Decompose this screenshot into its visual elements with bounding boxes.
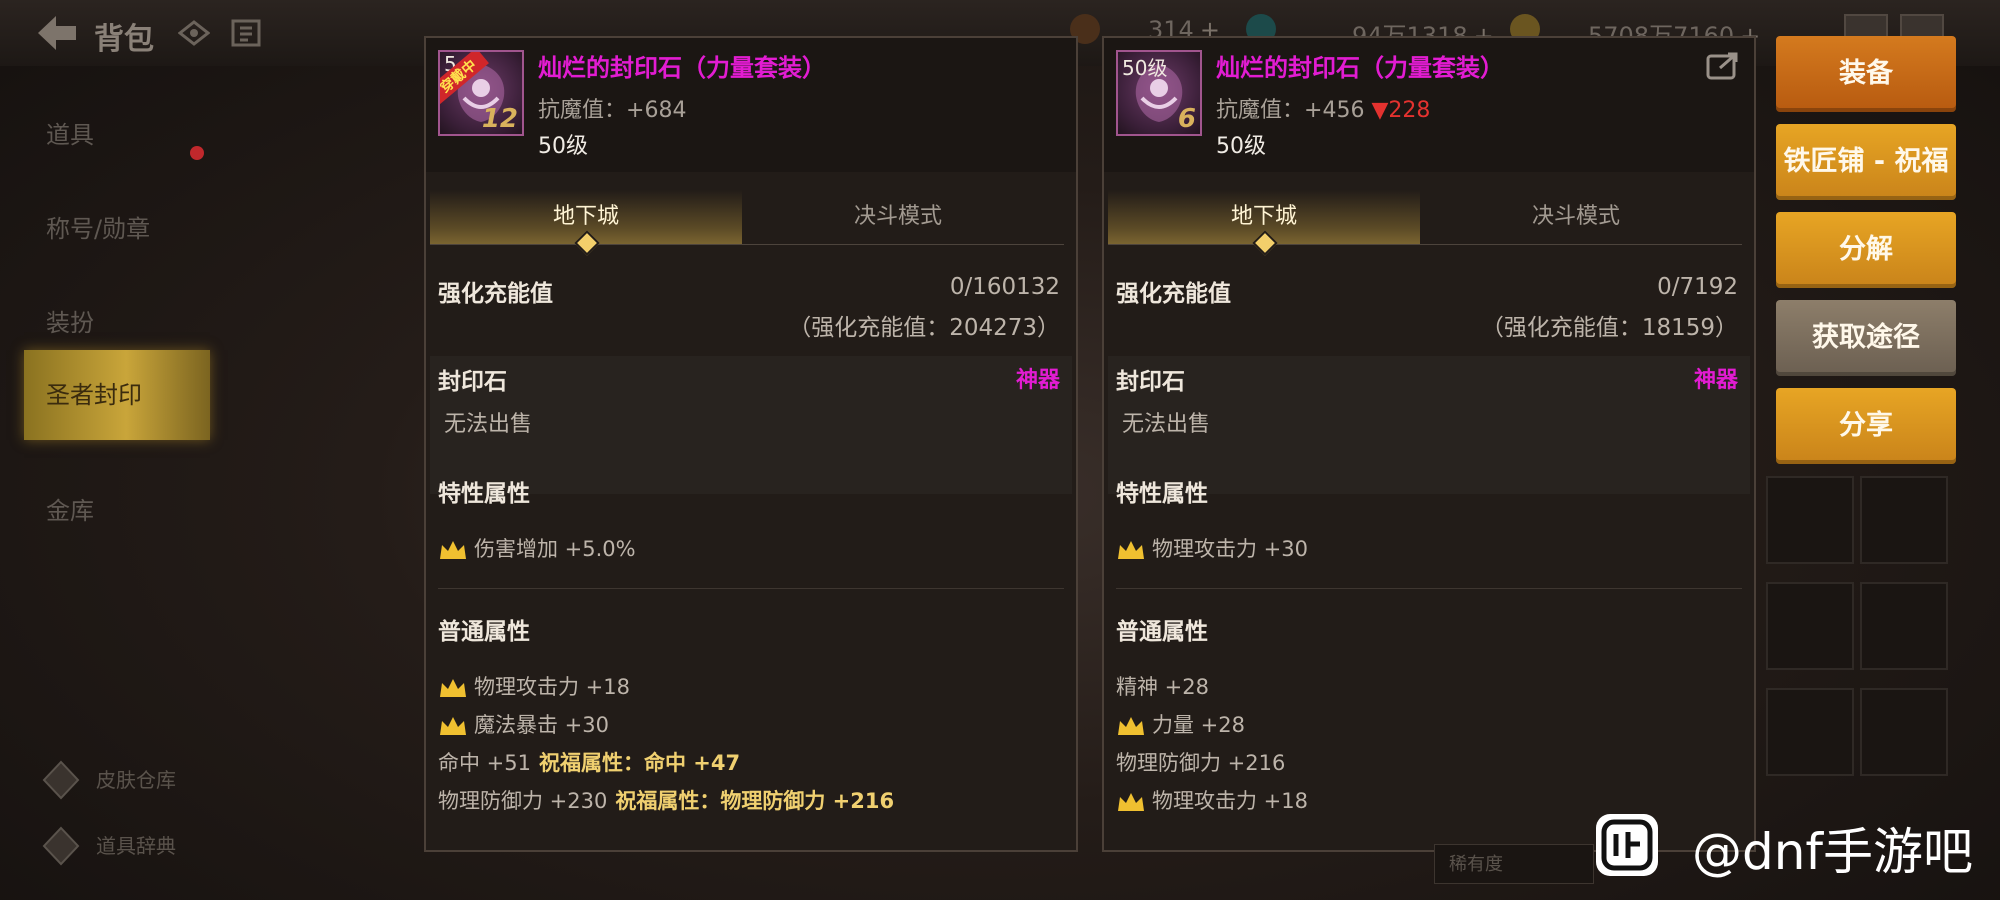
item-name: 灿烂的封印石（力量套装） [1216,54,1504,82]
normal-attr: 物理攻击力 +18 [438,672,630,702]
divider [1116,588,1742,589]
bless-attr: 祝福属性：命中 +47 [539,751,741,775]
seal-label: 封印石 [1116,369,1185,395]
inventory-slot[interactable] [1860,582,1948,670]
charge-value: 0/7192 [1657,274,1738,300]
dictionary-icon [40,826,82,866]
crown-icon [1116,791,1146,813]
stat-decrease: ▼228 [1371,98,1431,123]
normal-attr: 物理防御力 +230 祝福属性：物理防御力 +216 [438,789,895,813]
charge-label: 强化充能值 [1116,281,1231,307]
charge-label: 强化充能值 [438,281,553,307]
item-icon: 50级 6 [1116,50,1202,136]
sidebar-item-vault[interactable]: 金库 [24,466,210,556]
inventory-slot[interactable] [1860,688,1948,776]
inventory-slot[interactable] [1860,476,1948,564]
trait-label: 特性属性 [438,481,530,507]
inventory-slot[interactable] [1766,582,1854,670]
back-arrow-icon[interactable] [34,12,80,54]
mode-tabs: 地下城 决斗模式 [1108,190,1742,256]
enhance-level: 6 [1177,104,1196,134]
tab-duel[interactable]: 决斗模式 [1420,190,1732,244]
eye-icon[interactable] [177,18,211,48]
charge-sub: （强化充能值：204273） [788,315,1060,341]
share-icon[interactable] [1706,50,1740,80]
inventory-slot[interactable] [1766,476,1854,564]
seal-label: 封印石 [438,369,507,395]
crown-icon [1116,539,1146,561]
disassemble-button[interactable]: 分解 [1776,212,1956,288]
rarity-label: 神器 [1015,368,1060,393]
normal-label: 普通属性 [1116,619,1208,645]
obtain-source-button[interactable]: 获取途径 [1776,300,1956,376]
charge-sub: （强化充能值：18159） [1480,315,1738,341]
item-level: 50级 [538,134,588,159]
crown-icon [438,539,468,561]
rarity-filter[interactable]: 稀有度 [1434,844,1594,884]
unsellable-note: 无法出售 [444,412,533,437]
share-button[interactable]: 分享 [1776,388,1956,464]
trait-attr: 物理攻击力 +30 [1116,534,1308,564]
watermark-text: @dnf手游吧 [1692,823,1974,881]
icon-level-tag: 50级 [1122,56,1168,80]
equipped-item-panel: 5 穿戴中 12 灿烂的封印石（力量套装） 抗魔值：+684 50级 地下城 决… [424,36,1078,852]
sidebar: 道具 称号/勋章 装扮 圣者封印 金库 皮肤仓库 道具辞典 [0,66,230,900]
inventory-slot[interactable] [1766,688,1854,776]
magic-resist-stat: 抗魔值：+456 ▼228 [1216,98,1431,123]
unsellable-note: 无法出售 [1122,412,1211,437]
normal-attr: 精神 +28 [1116,675,1209,699]
normal-attr: 魔法暴击 +30 [438,710,609,740]
bless-attr: 祝福属性：物理防御力 +216 [615,789,895,813]
magic-resist-stat: 抗魔值：+684 [538,98,687,123]
item-dictionary-link[interactable]: 道具辞典 [40,826,176,866]
sort-icon[interactable] [230,18,262,48]
sidebar-item-items[interactable]: 道具 [24,90,210,180]
item-level: 50级 [1216,134,1266,159]
normal-label: 普通属性 [438,619,530,645]
notification-dot [190,146,204,160]
normal-attr: 力量 +28 [1116,710,1245,740]
item-header: 5 穿戴中 12 灿烂的封印石（力量套装） 抗魔值：+684 50级 [426,38,1076,172]
crown-icon [438,677,468,699]
rarity-label: 神器 [1693,368,1738,393]
normal-attr: 命中 +51 祝福属性：命中 +47 [438,751,741,775]
item-header: 50级 6 灿烂的封印石（力量套装） 抗魔值：+456 ▼228 50级 [1104,38,1754,172]
divider [438,588,1064,589]
sidebar-item-seal[interactable]: 圣者封印 [24,350,210,440]
item-icon: 5 穿戴中 12 [438,50,524,136]
tab-duel[interactable]: 决斗模式 [742,190,1054,244]
tieba-logo [1596,814,1658,876]
mode-tabs: 地下城 决斗模式 [430,190,1064,256]
trait-label: 特性属性 [1116,481,1208,507]
skin-storage-icon [40,760,82,800]
sidebar-item-titles[interactable]: 称号/勋章 [24,184,210,274]
enhance-level: 12 [481,104,518,134]
blacksmith-bless-button[interactable]: 铁匠铺 - 祝福 [1776,124,1956,200]
crown-icon [1116,715,1146,737]
normal-attr: 物理攻击力 +18 [1116,786,1308,816]
page-title: 背包 [94,22,154,57]
trait-attr: 伤害增加 +5.0% [438,534,636,564]
equip-button[interactable]: 装备 [1776,36,1956,112]
compare-item-panel: 50级 6 灿烂的封印石（力量套装） 抗魔值：+456 ▼228 50级 地下城… [1102,36,1756,852]
item-name: 灿烂的封印石（力量套装） [538,54,826,82]
crown-icon [438,715,468,737]
charge-value: 0/160132 [949,274,1060,300]
normal-attr: 物理防御力 +216 [1116,751,1286,775]
skin-storage-link[interactable]: 皮肤仓库 [40,760,176,800]
